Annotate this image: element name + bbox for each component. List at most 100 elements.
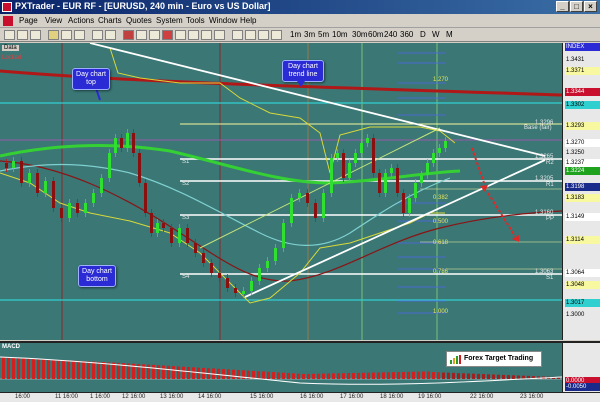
timeframe-10m[interactable]: 10m xyxy=(332,30,348,39)
maximize-button[interactable]: □ xyxy=(570,1,583,12)
menu-quotes[interactable]: Quotes xyxy=(126,16,152,25)
macd-bar xyxy=(267,371,270,379)
menu-help[interactable]: Help xyxy=(240,16,256,25)
macd-bar xyxy=(142,364,145,379)
macd-bar xyxy=(457,373,460,379)
timeframe-360[interactable]: 360 xyxy=(400,30,413,39)
save-icon[interactable] xyxy=(30,30,41,40)
fib-tool-icon[interactable] xyxy=(149,30,160,40)
brand-logo: Forex Target Trading xyxy=(446,351,542,367)
macd-bar xyxy=(402,371,405,379)
macd-bar xyxy=(412,371,415,379)
candle-body xyxy=(266,261,269,268)
candle-body xyxy=(330,158,333,193)
timeframe-3m[interactable]: 3m xyxy=(304,30,315,39)
settings-icon[interactable] xyxy=(258,30,269,40)
candle-body xyxy=(384,173,387,193)
time-label: 12 16:00 xyxy=(122,394,146,400)
candle-body xyxy=(366,138,369,143)
indicator-icon[interactable] xyxy=(123,30,134,40)
candle-body xyxy=(76,203,79,213)
price-axis-label: 1.3431 xyxy=(565,56,600,64)
macd-bar xyxy=(82,361,85,379)
candle-body xyxy=(234,288,237,293)
timeframe-monthly[interactable]: M xyxy=(446,30,453,39)
time-label: 17 16:00 xyxy=(340,394,364,400)
time-axis: 16:00 11 16:00 1 16:00 12 16:00 13 16:00… xyxy=(0,392,600,402)
timeframe-weekly[interactable]: W xyxy=(432,30,440,39)
macd-panel[interactable]: MACD Forex Target Trading xyxy=(0,341,562,392)
macd-bar xyxy=(62,360,65,379)
candle-body xyxy=(202,253,205,263)
time-label: 16 16:00 xyxy=(300,394,324,400)
refresh-icon[interactable] xyxy=(214,30,225,40)
macd-bar xyxy=(257,371,260,379)
data-tab[interactable]: Data xyxy=(2,45,19,51)
text-tool-icon[interactable] xyxy=(175,30,186,40)
timeframe-5m[interactable]: 5m xyxy=(318,30,329,39)
macd-bar xyxy=(327,373,330,379)
line-tool-icon[interactable] xyxy=(136,30,147,40)
price-axis-label: 1.3064 xyxy=(565,269,600,277)
timeframe-30m[interactable]: 30m xyxy=(352,30,368,39)
system-menu-icon[interactable] xyxy=(3,16,13,26)
macd-axis: 0.0000 -0.0050 xyxy=(562,341,600,392)
timeframe-daily[interactable]: D xyxy=(420,30,426,39)
macd-bar xyxy=(37,358,40,379)
macd-bar xyxy=(312,373,315,379)
candle-body xyxy=(156,223,159,233)
crosshair-icon[interactable] xyxy=(74,30,85,40)
cursor-icon[interactable] xyxy=(61,30,72,40)
toolbar: 1m 3m 5m 10m 30m 60m 240 360 D W M xyxy=(0,28,600,42)
timeframe-60m[interactable]: 60m xyxy=(368,30,384,39)
zoom-in-icon[interactable] xyxy=(92,30,103,40)
candle-body xyxy=(274,248,277,261)
alert-icon[interactable] xyxy=(162,30,173,40)
macd-bar xyxy=(12,357,15,379)
time-label: 18 16:00 xyxy=(380,394,404,400)
print-icon[interactable] xyxy=(245,30,256,40)
menu-charts[interactable]: Charts xyxy=(98,16,122,25)
macd-bar xyxy=(317,373,320,379)
minimize-button[interactable]: _ xyxy=(556,1,569,12)
link-icon[interactable] xyxy=(232,30,243,40)
price-axis-label: 1.3302 xyxy=(565,101,600,109)
pivot-right-s1: S1 xyxy=(546,275,554,281)
callout-day-top-line1: Day chart xyxy=(76,71,106,78)
price-axis[interactable]: INDEX 1.3431 1.3371 1.3344 1.3302 1.3293 1.327… xyxy=(562,43,600,340)
menu-tools[interactable]: Tools xyxy=(186,16,205,25)
grid-icon[interactable] xyxy=(188,30,199,40)
pencil-icon[interactable] xyxy=(48,30,59,40)
menu-page[interactable]: Page xyxy=(19,16,38,25)
candle-body xyxy=(100,178,103,193)
help-icon[interactable] xyxy=(271,30,282,40)
menu-actions[interactable]: Actions xyxy=(68,16,94,25)
menu-view[interactable]: View xyxy=(45,16,62,25)
callout-day-chart-bottom: Day chart bottom xyxy=(78,265,116,287)
open-icon[interactable] xyxy=(17,30,28,40)
timeframe-1m[interactable]: 1m xyxy=(290,30,301,39)
macd-bar xyxy=(57,359,60,379)
macd-bar xyxy=(17,357,20,379)
macd-bar xyxy=(197,367,200,379)
close-button[interactable]: × xyxy=(584,1,597,12)
window-title: PXTrader - EUR RF - [EURUSD, 240 min - E… xyxy=(15,1,271,11)
new-page-icon[interactable] xyxy=(4,30,15,40)
pivot-s4-label: S4 xyxy=(182,274,190,280)
fib-label-0618: 0.618 xyxy=(433,240,449,246)
zoom-out-icon[interactable] xyxy=(105,30,116,40)
time-label: 13 16:00 xyxy=(160,394,184,400)
properties-icon[interactable] xyxy=(201,30,212,40)
menu-window[interactable]: Window xyxy=(209,16,237,25)
menu-system[interactable]: System xyxy=(156,16,183,25)
price-chart[interactable]: Data Locked Day chart top Day chart tren… xyxy=(0,43,562,340)
candle-body xyxy=(258,268,261,281)
timeframe-240[interactable]: 240 xyxy=(384,30,397,39)
pivot-s1-label: S1 xyxy=(182,159,190,165)
macd-bar xyxy=(227,369,230,379)
macd-bar xyxy=(447,372,450,379)
candle-body xyxy=(178,228,181,243)
candle-body xyxy=(438,148,441,153)
candle-body xyxy=(250,281,253,291)
macd-bar xyxy=(102,362,105,379)
